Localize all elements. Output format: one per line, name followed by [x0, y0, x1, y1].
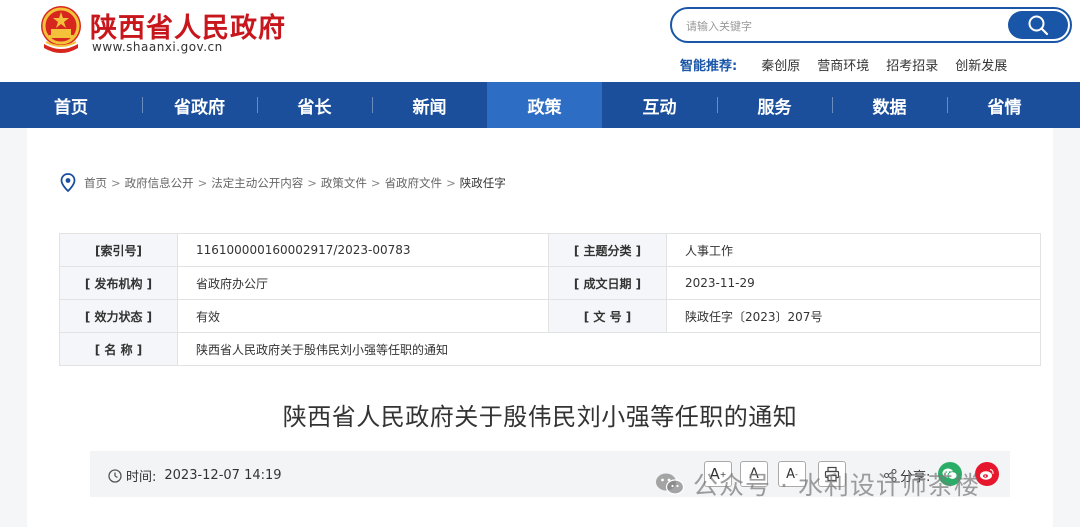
clock-icon	[108, 468, 122, 483]
breadcrumb: 首页 > 政府信息公开 > 法定主动公开内容 > 政策文件 > 省政府文件 > …	[60, 173, 506, 193]
topic-label: [ 主题分类 ]	[548, 233, 667, 267]
doc-number-label: [ 文 号 ]	[548, 299, 667, 333]
breadcrumb-separator: >	[370, 176, 381, 190]
document-info-table: [索引号] 116100000160002917/2023-00783 [ 主题…	[59, 233, 1041, 366]
nav-item-news[interactable]: 新闻	[372, 82, 487, 128]
smart-recommend: 智能推荐: 秦创原 营商环境 招考招录 创新发展	[680, 55, 1024, 74]
breadcrumb-separator: >	[197, 176, 208, 190]
document-title: 陕西省人民政府关于殷伟民刘小强等任职的通知	[282, 403, 798, 431]
status-label: [ 效力状态 ]	[59, 299, 178, 333]
nav-item-interaction[interactable]: 互动	[602, 82, 717, 128]
nav-item-data[interactable]: 数据	[832, 82, 947, 128]
breadcrumb-current[interactable]: 陕政任字	[460, 175, 506, 191]
doc-number-value: 陕政任字〔2023〕207号	[666, 299, 1041, 333]
national-emblem-icon[interactable]	[36, 4, 86, 56]
watermark-text: 公众号 · 水利设计师茶楼	[693, 471, 980, 500]
search-icon	[1028, 15, 1049, 36]
smart-link-qinchuangyuan[interactable]: 秦创原	[761, 55, 800, 74]
status-value: 有效	[177, 299, 549, 333]
nav-item-governor[interactable]: 省长	[257, 82, 372, 128]
breadcrumb-separator: >	[446, 176, 456, 190]
smart-link-recruitment[interactable]: 招考招录	[886, 55, 938, 74]
breadcrumb-separator: >	[111, 176, 121, 190]
index-label: [索引号]	[59, 233, 178, 267]
weibo-icon	[980, 468, 994, 480]
smart-link-business-environment[interactable]: 营商环境	[817, 55, 869, 74]
site-header: 陕西省人民政府 www.shaanxi.gov.cn 智能推荐: 秦创原 营商环…	[0, 0, 1080, 82]
search-box	[670, 7, 1072, 43]
name-value: 陕西省人民政府关于殷伟民刘小强等任职的通知	[177, 332, 1041, 366]
breadcrumb-separator: >	[307, 176, 317, 190]
nav-item-home[interactable]: 首页	[0, 82, 142, 128]
site-domain: www.shaanxi.gov.cn	[92, 40, 223, 54]
breadcrumb-item-gov-info[interactable]: 政府信息公开	[125, 175, 194, 191]
table-row: [索引号] 116100000160002917/2023-00783 [ 主题…	[59, 233, 1041, 267]
wechat-watermark: 公众号 · 水利设计师茶楼	[655, 466, 980, 502]
time-value: 2023-12-07 14:19	[164, 468, 282, 483]
publisher-label: [ 发布机构 ]	[59, 266, 178, 300]
breadcrumb-item-statutory[interactable]: 法定主动公开内容	[211, 175, 303, 191]
name-label: [ 名 称 ]	[59, 332, 178, 366]
wechat-watermark-icon	[656, 473, 685, 495]
nav-item-policy[interactable]: 政策	[487, 82, 602, 128]
breadcrumb-item-home[interactable]: 首页	[84, 175, 107, 191]
publisher-value: 省政府办公厅	[177, 266, 549, 300]
smart-recommend-label: 智能推荐:	[680, 59, 738, 74]
table-row: [ 发布机构 ] 省政府办公厅 [ 成文日期 ] 2023-11-29	[59, 266, 1041, 300]
nav-item-government[interactable]: 省政府	[142, 82, 257, 128]
breadcrumb-item-policy-docs[interactable]: 政策文件	[321, 175, 367, 191]
location-pin-icon	[60, 173, 76, 193]
search-button[interactable]	[1008, 11, 1068, 39]
publish-time: 时间: 2023-12-07 14:19	[108, 466, 282, 485]
search-input[interactable]	[686, 17, 986, 35]
table-row: [ 名 称 ] 陕西省人民政府关于殷伟民刘小强等任职的通知	[59, 332, 1041, 366]
date-value: 2023-11-29	[666, 266, 1041, 300]
main-nav: 首页 省政府 省长 新闻 政策 互动 服务 数据 省情	[0, 82, 1080, 128]
nav-item-services[interactable]: 服务	[717, 82, 832, 128]
time-label: 时间:	[126, 470, 157, 485]
date-label: [ 成文日期 ]	[548, 266, 667, 300]
topic-value: 人事工作	[666, 233, 1041, 267]
smart-link-innovation[interactable]: 创新发展	[955, 55, 1007, 74]
nav-item-province-info[interactable]: 省情	[947, 82, 1062, 128]
breadcrumb-item-gov-docs[interactable]: 省政府文件	[385, 175, 443, 191]
table-row: [ 效力状态 ] 有效 [ 文 号 ] 陕政任字〔2023〕207号	[59, 299, 1041, 333]
index-value: 116100000160002917/2023-00783	[177, 233, 549, 267]
